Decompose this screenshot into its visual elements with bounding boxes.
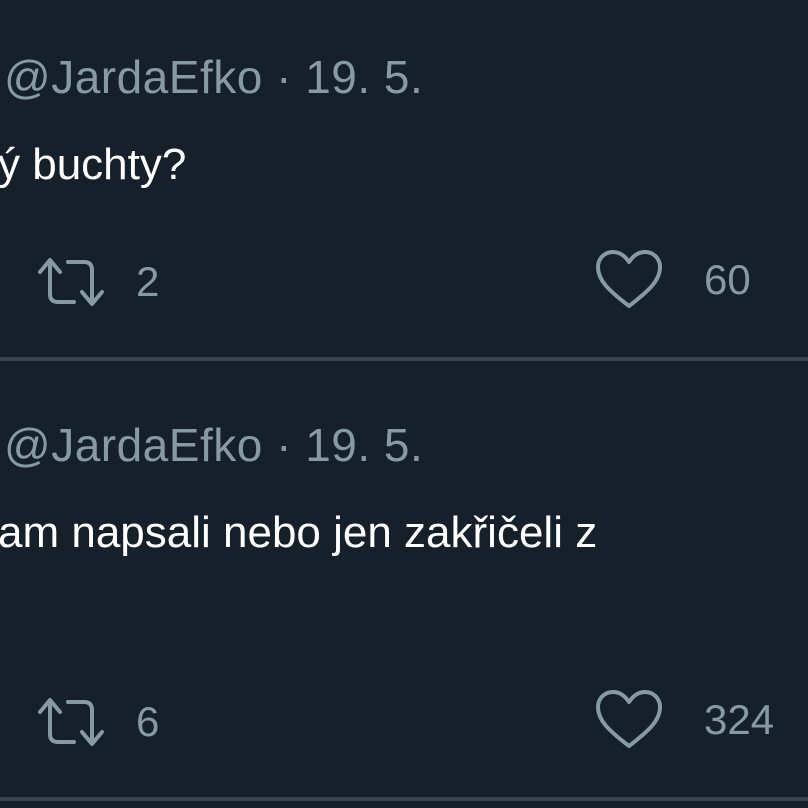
tweet-text: am napsali nebo jen zakřičeli z [0,508,598,557]
tweet-divider [0,797,808,801]
retweet-count: 6 [136,698,160,745]
heart-icon [594,688,664,752]
retweet-button[interactable]: 6 [36,694,159,750]
tweet[interactable]: @JardaEfko · 19. 5. am napsali nebo jen … [0,0,808,748]
tweet-date[interactable]: 19. 5. [305,419,423,471]
like-count: 324 [704,696,775,743]
like-button[interactable]: 324 [594,688,774,752]
author-handle[interactable]: @JardaEfko [4,419,263,471]
meta-separator: · [276,419,292,471]
tweet-meta: @JardaEfko · 19. 5. [4,418,423,472]
retweet-icon [36,694,106,750]
